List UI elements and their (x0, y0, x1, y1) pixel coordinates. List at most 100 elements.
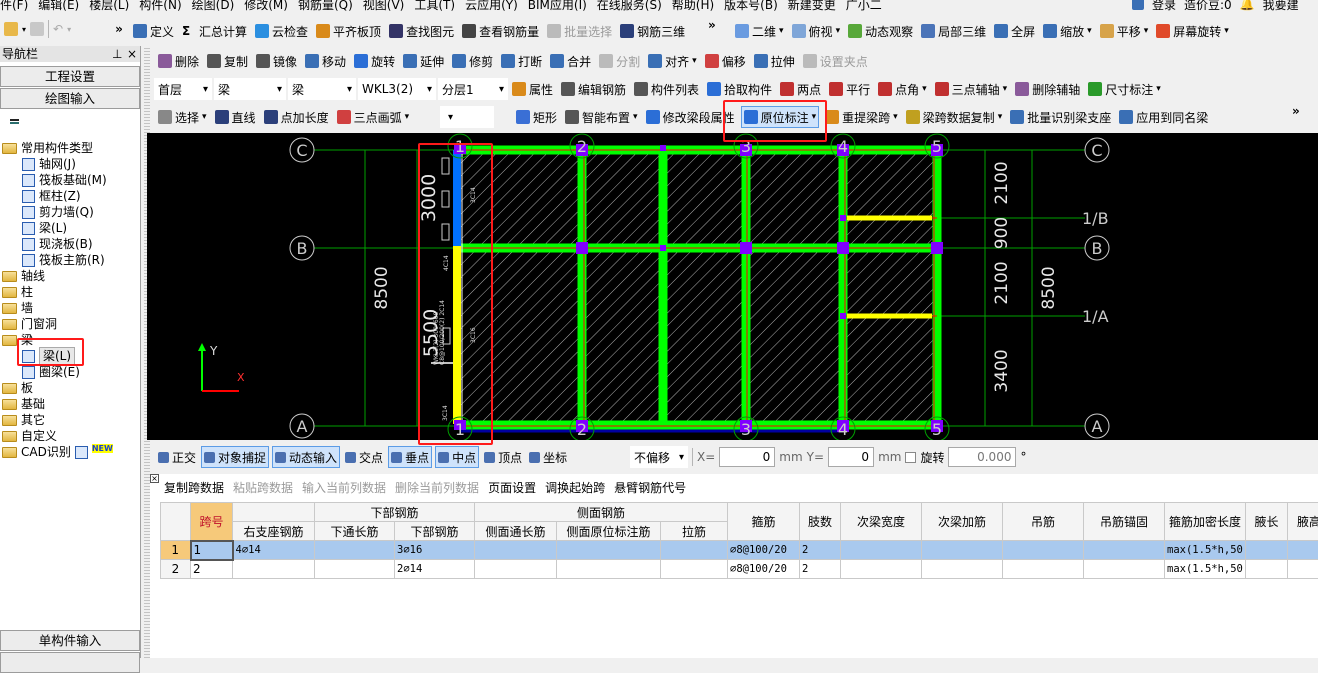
table-tool-button[interactable]: 复制跨数据 (164, 479, 224, 496)
col-legs[interactable]: 肢数 (800, 503, 841, 541)
eraser-button[interactable]: 删除 (156, 50, 201, 72)
chevron-down-icon[interactable]: ▾ (1156, 84, 1161, 94)
glasses-button[interactable]: 查看钢筋量 (460, 20, 541, 42)
table-cell[interactable]: 3⌀16 (395, 541, 475, 560)
table-cell[interactable] (1288, 560, 1318, 579)
menu-item[interactable]: 楼层(L) (89, 0, 129, 13)
table-cell[interactable] (315, 560, 395, 579)
tree-item[interactable]: 现浇板(B) (2, 236, 113, 252)
tree-item[interactable]: 常用构件类型 (2, 140, 113, 156)
extend-button[interactable]: 延伸 (401, 50, 446, 72)
tree-item[interactable]: 门窗洞 (2, 316, 113, 332)
table-cell[interactable] (233, 560, 315, 579)
table-cell[interactable] (1084, 560, 1165, 579)
draw-mode-select[interactable] (440, 106, 494, 128)
tree-item[interactable]: 自定义 (2, 428, 113, 444)
col-tie[interactable]: 拉筋 (661, 522, 728, 541)
feedback-link[interactable]: 我要建 (1263, 0, 1299, 13)
category-select[interactable]: 梁 (214, 78, 286, 100)
table-cell[interactable] (475, 541, 557, 560)
component-list-button[interactable]: 构件列表 (632, 78, 701, 100)
table-cell[interactable] (841, 560, 922, 579)
bell-icon[interactable]: 🔔 (1240, 0, 1255, 11)
batch-identify-support-button[interactable]: 批量识别梁支座 (1008, 106, 1113, 128)
tree-item[interactable]: 墙 (2, 300, 113, 316)
edit-rebar-button[interactable]: 编辑钢筋 (559, 78, 628, 100)
properties-button[interactable]: 属性 (510, 78, 555, 100)
tree-item[interactable]: 梁(L) (2, 348, 113, 364)
table-tool-button[interactable]: 悬臂钢筋代号 (614, 479, 686, 496)
overflow-icon[interactable]: » (1292, 104, 1300, 118)
tree-item[interactable]: 梁 (2, 332, 113, 348)
col-secondary-width[interactable]: 次梁宽度 (841, 503, 922, 541)
table-cell[interactable] (1246, 541, 1288, 560)
table-cell[interactable]: max(1.5*h,50 (1165, 541, 1246, 560)
col-haunch-length[interactable]: 腋长 (1246, 503, 1288, 541)
intersection-toggle[interactable]: 交点 (343, 446, 385, 468)
rotate-button[interactable]: 旋转 (352, 50, 397, 72)
table-cell[interactable] (1003, 541, 1084, 560)
table-cell[interactable] (1003, 560, 1084, 579)
two-point-axis-button[interactable]: 两点 (778, 78, 823, 100)
floor-select[interactable]: 首层 (154, 78, 212, 100)
object-snap-toggle[interactable]: 对象捕捉 (201, 446, 269, 468)
vertex-toggle[interactable]: 顶点 (482, 446, 524, 468)
layer-select[interactable]: 分层1 (438, 78, 508, 100)
perpendicular-toggle[interactable]: 垂点 (388, 446, 432, 468)
pan-button[interactable]: 平移▾ (1098, 20, 1151, 42)
col-right-support[interactable]: 右支座钢筋 (233, 522, 315, 541)
apply-same-name-button[interactable]: 应用到同名梁 (1117, 106, 1210, 128)
menu-item[interactable]: 新建变更 (788, 0, 836, 13)
zoom-button[interactable]: 缩放▾ (1041, 20, 1094, 42)
table-row[interactable]: 114⌀143⌀16⌀8@100/202max(1.5*h,50 (161, 541, 1318, 560)
panel-close-icon[interactable]: × (150, 474, 159, 483)
menu-item[interactable]: 绘图(D) (192, 0, 235, 13)
col-side-in-situ[interactable]: 侧面原位标注筋 (557, 522, 661, 541)
re-extract-span-button[interactable]: 重提梁跨▾ (823, 106, 900, 128)
menu-item[interactable]: 构件(N) (139, 0, 181, 13)
dimension-button[interactable]: 尺寸标注▾ (1086, 78, 1163, 100)
chevron-down-icon[interactable]: ▾ (1087, 26, 1092, 36)
menu-item[interactable]: 修改(M) (244, 0, 288, 13)
span-data-copy-button[interactable]: 梁跨数据复制▾ (904, 106, 1005, 128)
close-icon[interactable]: × (127, 46, 137, 62)
col-haunch-height[interactable]: 腋高 (1288, 503, 1318, 541)
copy-button[interactable]: 复制 (205, 50, 250, 72)
single-component-input-button[interactable]: 单构件输入 (0, 630, 140, 651)
menu-item[interactable]: BIM应用(I) (528, 0, 587, 13)
chevron-down-icon[interactable]: ▾ (1224, 26, 1229, 36)
point-length-button[interactable]: 点加长度 (262, 106, 331, 128)
define-button[interactable]: 定义 (131, 20, 176, 42)
tree-item[interactable]: 柱 (2, 284, 113, 300)
menu-item[interactable]: 工具(T) (414, 0, 455, 13)
modify-beam-segment-button[interactable]: 修改梁段属性 (644, 106, 737, 128)
col-densify-length[interactable]: 箍筋加密长度 (1165, 503, 1246, 541)
move-button[interactable]: 移动 (303, 50, 348, 72)
table-tool-button[interactable]: 删除当前列数据 (395, 479, 479, 496)
col-side-through[interactable]: 侧面通长筋 (475, 522, 557, 541)
table-cell[interactable] (557, 541, 661, 560)
tree-item[interactable]: 框柱(Z) (2, 188, 113, 204)
table-cell[interactable]: 2 (191, 560, 233, 579)
menu-item[interactable]: 版本号(B) (724, 0, 778, 13)
component-select[interactable]: WKL3(2) (358, 78, 436, 100)
2d-button[interactable]: 二维▾ (733, 20, 786, 42)
menu-item[interactable]: 件(F) (0, 0, 28, 13)
chevron-down-icon[interactable]: ▾ (202, 112, 207, 122)
sigma-button[interactable]: Σ汇总计算 (180, 20, 249, 42)
drawing-canvas[interactable]: 1122334455CCBBAA1/B1/A 8500 2100 900 210… (147, 133, 1318, 440)
merge-button[interactable]: 合并 (548, 50, 593, 72)
trim-button[interactable]: 修剪 (450, 50, 495, 72)
collapse-icon[interactable] (10, 119, 19, 124)
top-view-button[interactable]: 俯视▾ (790, 20, 843, 42)
nav-bottom-button[interactable] (0, 652, 140, 673)
table-cell[interactable] (475, 560, 557, 579)
table-tool-button[interactable]: 粘贴跨数据 (233, 479, 293, 496)
align-button[interactable]: 对齐▾ (646, 50, 699, 72)
three-point-axis-button[interactable]: 三点辅轴▾ (933, 78, 1010, 100)
in-situ-annotation-button[interactable]: 原位标注▾ (741, 106, 820, 128)
col-bottom-rebar[interactable]: 下部钢筋 (395, 522, 475, 541)
table-cell[interactable]: 2⌀14 (395, 560, 475, 579)
table-row[interactable]: 222⌀14⌀8@100/202max(1.5*h,50 (161, 560, 1318, 579)
split-button[interactable]: 分割 (597, 50, 642, 72)
